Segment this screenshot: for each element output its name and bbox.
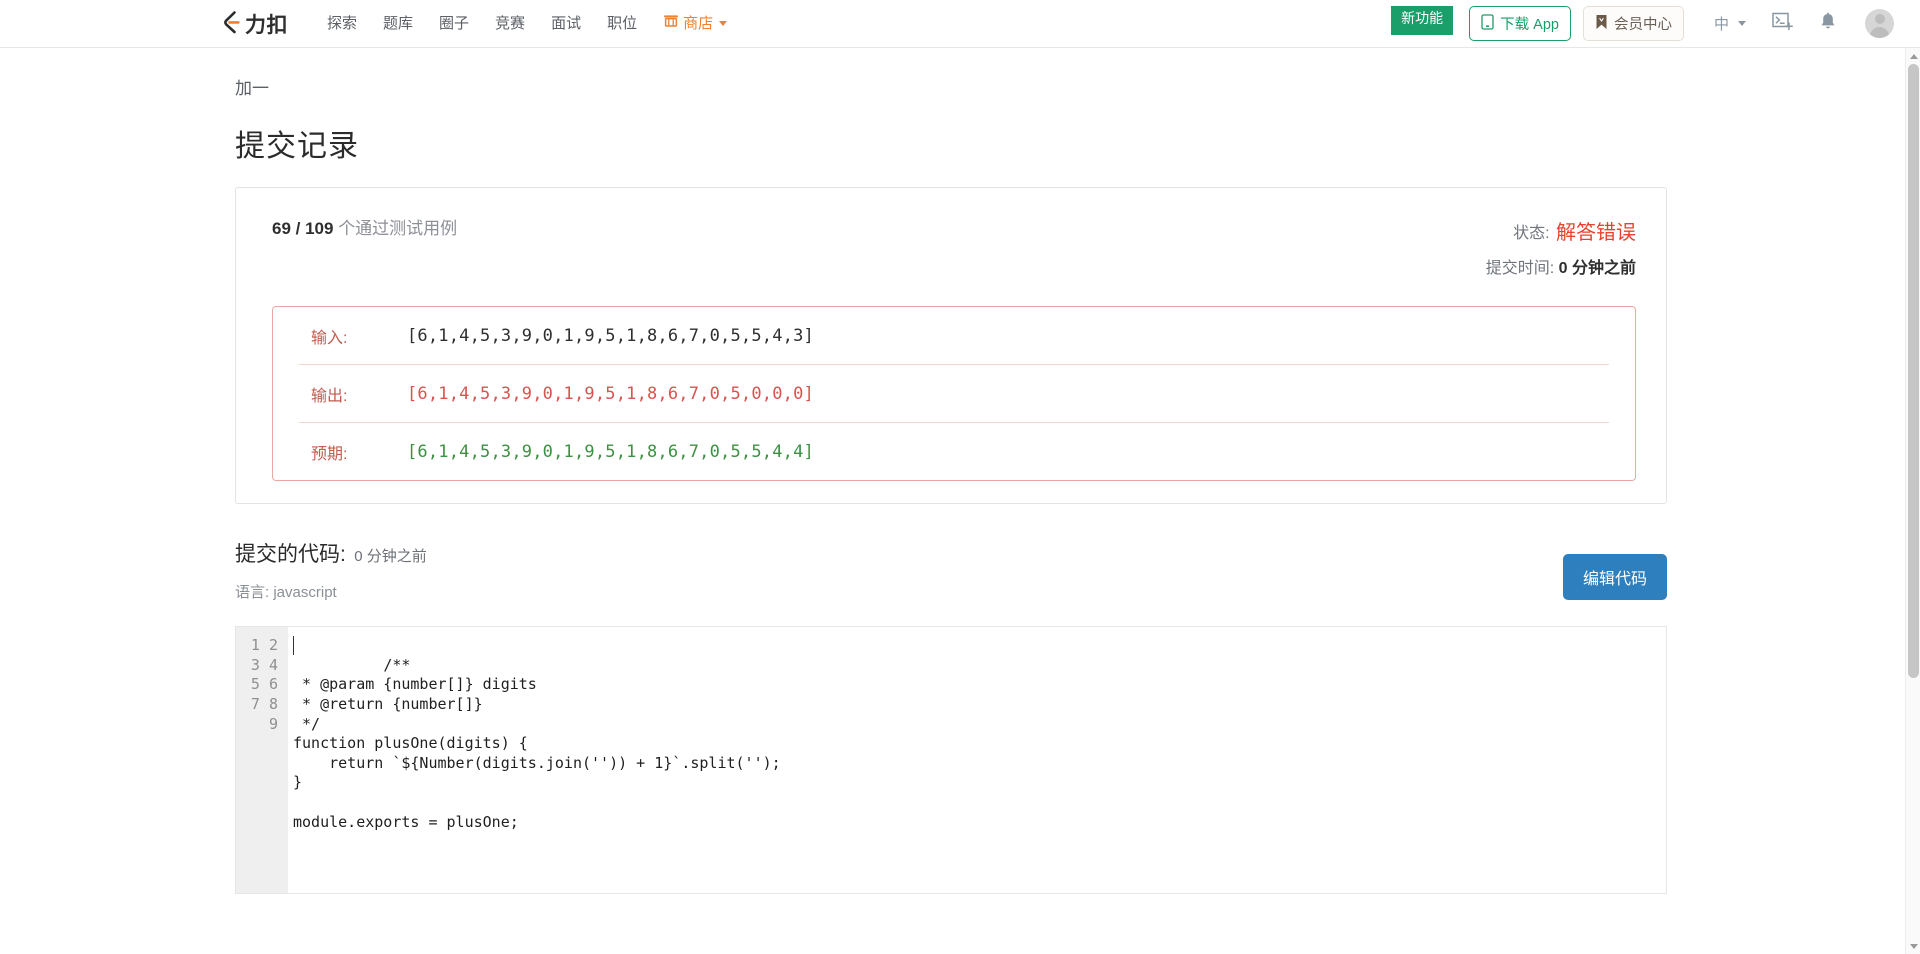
nav-left-group: 力扣 探索 题库 圈子 竞赛 面试 职位 商店	[218, 0, 740, 48]
nav-right-group: 新功能 下载 App 会员中心 中	[1391, 6, 1894, 41]
testcase-output-label: 输出:	[311, 388, 348, 406]
main-content: 加一 提交记录 69 / 109 个通过测试用例 状态: 解答错误 提交时间: …	[235, 48, 1667, 895]
leetcode-logo-icon	[218, 8, 244, 39]
testcase-output-value: [6,1,4,5,3,9,0,1,9,5,1,8,6,7,0,5,0,0,0]	[407, 384, 814, 405]
mobile-icon	[1481, 13, 1494, 34]
nav-link-store[interactable]: 商店	[650, 0, 740, 48]
member-center-label: 会员中心	[1613, 17, 1672, 33]
code-section-header: 提交的代码: 0 分钟之前 语言: javascript 编辑代码	[235, 538, 1667, 602]
testcase-expected-label: 预期:	[311, 446, 348, 464]
code-source[interactable]: /** * @param {number[]} digits * @return…	[288, 627, 1666, 893]
status-badge: 解答错误	[1556, 222, 1636, 244]
chevron-down-icon	[1909, 943, 1918, 949]
testcase-expected-value: [6,1,4,5,3,9,0,1,9,5,1,8,6,7,0,5,5,4,4]	[407, 442, 814, 463]
submit-time-label: 提交时间:	[1485, 260, 1555, 277]
nav-link-explore[interactable]: 探索	[314, 0, 370, 48]
code-editor[interactable]: 1 2 3 4 5 6 7 8 9 /** * @param {number[]…	[235, 626, 1667, 895]
top-navigation-bar: 力扣 探索 题库 圈子 竞赛 面试 职位 商店 新功能 下载 App 会员中心 …	[0, 0, 1920, 48]
store-icon	[663, 0, 679, 48]
nav-links: 探索 题库 圈子 竞赛 面试 职位 商店	[314, 0, 740, 48]
submit-time-value: 0 分钟之前	[1558, 260, 1636, 277]
chevron-down-icon	[1738, 21, 1746, 26]
download-app-label: 下载 App	[1500, 17, 1559, 33]
chevron-down-icon	[719, 21, 728, 26]
testcase-input-value: [6,1,4,5,3,9,0,1,9,5,1,8,6,7,0,5,5,4,3]	[407, 326, 814, 347]
submitted-code-title: 提交的代码:	[235, 543, 346, 567]
language-label: 中	[1713, 16, 1729, 33]
page-title: 提交记录	[235, 130, 359, 163]
nav-link-problems[interactable]: 题库	[370, 0, 426, 48]
submit-time-row: 提交时间: 0 分钟之前	[1486, 253, 1636, 284]
code-header-text: 提交的代码: 0 分钟之前 语言: javascript	[235, 538, 427, 602]
text-cursor	[293, 636, 294, 656]
status-row: 状态: 解答错误	[1486, 214, 1636, 253]
brand-title: 力扣	[245, 13, 288, 37]
user-avatar[interactable]	[1865, 9, 1894, 38]
member-center-button[interactable]: 会员中心	[1582, 6, 1684, 41]
submitted-code-time: 0 分钟之前	[354, 548, 427, 566]
code-language-value: javascript	[273, 584, 337, 602]
terminal-plus-icon	[1772, 12, 1793, 36]
testcase-detail-panel: 输入: [6,1,4,5,3,9,0,1,9,5,1,8,6,7,0,5,5,4…	[272, 306, 1636, 482]
status-label: 状态:	[1513, 225, 1550, 242]
new-feature-ribbon[interactable]: 新功能	[1391, 6, 1454, 35]
testcase-row-output: 输出: [6,1,4,5,3,9,0,1,9,5,1,8,6,7,0,5,0,0…	[299, 365, 1609, 424]
submitted-code-section: 提交的代码: 0 分钟之前 语言: javascript 编辑代码 1 2 3 …	[235, 538, 1667, 895]
passed-count: 69 / 109	[272, 219, 334, 238]
store-label: 商店	[683, 14, 714, 32]
result-summary-header: 69 / 109 个通过测试用例 状态: 解答错误 提交时间: 0 分钟之前	[272, 214, 1636, 284]
scrollbar-down-arrow[interactable]	[1906, 938, 1920, 954]
code-line-numbers: 1 2 3 4 5 6 7 8 9	[236, 627, 288, 894]
edit-code-button[interactable]: 编辑代码	[1562, 554, 1667, 601]
testcase-input-label: 输入:	[311, 330, 348, 348]
scrollbar-up-arrow[interactable]	[1906, 48, 1920, 64]
language-selector[interactable]: 中	[1714, 13, 1746, 34]
testcases-passed-summary: 69 / 109 个通过测试用例	[272, 214, 457, 239]
download-app-button[interactable]: 下载 App	[1469, 6, 1571, 41]
testcase-row-input: 输入: [6,1,4,5,3,9,0,1,9,5,1,8,6,7,0,5,5,4…	[299, 307, 1609, 366]
brand-logo-link[interactable]: 力扣	[218, 8, 288, 39]
passed-suffix: 个通过测试用例	[338, 219, 458, 238]
bookmark-icon	[1595, 14, 1608, 34]
nav-link-jobs[interactable]: 职位	[594, 0, 650, 48]
nav-link-discuss[interactable]: 圈子	[426, 0, 482, 48]
code-text: /** * @param {number[]} digits * @return…	[293, 655, 781, 831]
testcase-row-expected: 预期: [6,1,4,5,3,9,0,1,9,5,1,8,6,7,0,5,5,4…	[299, 423, 1609, 480]
scrollbar-thumb[interactable]	[1908, 64, 1919, 678]
chevron-up-icon	[1909, 53, 1918, 59]
page-scrollbar[interactable]	[1905, 48, 1920, 954]
notifications-button[interactable]	[1819, 11, 1837, 36]
nav-link-contest[interactable]: 竞赛	[482, 0, 538, 48]
page-body: 加一 提交记录 69 / 109 个通过测试用例 状态: 解答错误 提交时间: …	[0, 48, 1920, 954]
console-button[interactable]	[1772, 12, 1793, 36]
code-language-row: 语言: javascript	[235, 581, 427, 602]
status-block: 状态: 解答错误 提交时间: 0 分钟之前	[1486, 214, 1636, 284]
submission-result-card: 69 / 109 个通过测试用例 状态: 解答错误 提交时间: 0 分钟之前 输…	[235, 187, 1667, 505]
breadcrumb-problem-link[interactable]: 加一	[235, 74, 269, 99]
code-language-label: 语言:	[235, 584, 270, 602]
nav-link-interview[interactable]: 面试	[538, 0, 594, 48]
notification-bell-icon	[1819, 11, 1837, 36]
